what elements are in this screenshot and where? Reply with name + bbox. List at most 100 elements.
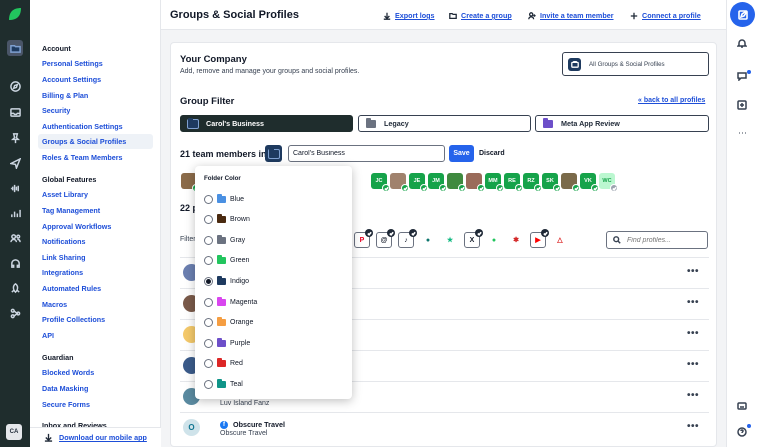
folder-color-option-indigo[interactable]: Indigo (204, 275, 249, 287)
discard-button[interactable]: Discard (479, 150, 505, 157)
threads-icon[interactable]: @ (376, 229, 395, 248)
more-icon[interactable] (736, 127, 748, 139)
nav-item-automated-rules[interactable]: Automated Rules (42, 284, 101, 293)
youtube-icon[interactable]: ▶ (530, 229, 549, 248)
help-icon[interactable] (736, 426, 748, 438)
nav-item-security[interactable]: Security (42, 106, 70, 115)
tiktok-icon[interactable]: ♪ (398, 229, 417, 248)
nav-item-notifications[interactable]: Notifications (42, 237, 86, 246)
nav-item-link-sharing[interactable]: Link Sharing (42, 253, 86, 262)
radio-button[interactable] (204, 214, 213, 224)
app-logo-icon[interactable] (7, 6, 23, 22)
folder-color-option-magenta[interactable]: Magenta (204, 296, 257, 308)
all-groups-button[interactable]: All Groups & Social Profiles (562, 52, 709, 76)
more-options-icon[interactable]: ••• (687, 328, 699, 339)
team-member-avatar[interactable]: RZ (523, 173, 542, 192)
waveform-icon[interactable] (7, 180, 23, 196)
radio-button[interactable] (204, 317, 213, 327)
nav-item-macros[interactable]: Macros (42, 300, 67, 309)
team-member-avatar[interactable] (390, 173, 409, 192)
x-icon[interactable]: X (464, 229, 483, 248)
pin-icon[interactable] (7, 130, 23, 146)
add-box-icon[interactable] (736, 99, 748, 111)
team-member-avatar[interactable]: VK (580, 173, 599, 192)
team-member-avatar[interactable] (447, 173, 466, 192)
team-member-avatar[interactable]: JE (409, 173, 428, 192)
user-avatar[interactable]: CA (6, 424, 22, 440)
more-options-icon[interactable]: ••• (687, 359, 699, 370)
alert-icon[interactable]: △ (552, 232, 568, 248)
profile-row[interactable]: Of Obscure Travel Obscure Travel ••• (180, 412, 709, 442)
folder-color-option-blue[interactable]: Blue (204, 193, 244, 205)
folder-color-option-gray[interactable]: Gray (204, 234, 245, 246)
group-name-input[interactable] (288, 145, 445, 162)
download-app-link[interactable]: Download our mobile app (30, 427, 161, 447)
more-options-icon[interactable]: ••• (687, 390, 699, 401)
team-member-avatar[interactable]: WC (599, 173, 618, 192)
nav-item-groups-social-profiles[interactable]: Groups & Social Profiles (38, 134, 153, 149)
nav-item-approval-workflows[interactable]: Approval Workflows (42, 222, 111, 231)
folder-color-option-green[interactable]: Green (204, 254, 249, 266)
folder-color-option-orange[interactable]: Orange (204, 316, 253, 328)
folder-color-option-red[interactable]: Red (204, 357, 243, 369)
back-to-all-profiles-link[interactable]: « back to all profiles (638, 97, 705, 104)
more-options-icon[interactable]: ••• (687, 421, 699, 432)
bell-icon[interactable] (736, 37, 748, 49)
circle-icon[interactable]: ● (420, 232, 436, 248)
group-meta-app-review[interactable]: Meta App Review (535, 115, 709, 132)
star-icon[interactable]: ★ (442, 232, 458, 248)
nav-item-account-settings[interactable]: Account Settings (42, 75, 101, 84)
compass-icon[interactable] (7, 78, 23, 94)
bar-chart-icon[interactable] (7, 205, 23, 221)
compose-button[interactable] (730, 2, 755, 27)
radio-button[interactable] (204, 276, 213, 286)
nav-item-roles-team-members[interactable]: Roles & Team Members (42, 153, 123, 162)
keyboard-icon[interactable] (736, 400, 748, 412)
network-icon[interactable] (7, 305, 23, 321)
radio-button[interactable] (204, 255, 213, 265)
folder-icon[interactable] (7, 40, 23, 56)
group-legacy[interactable]: Legacy (358, 115, 531, 132)
pinterest-icon[interactable]: P (354, 229, 373, 248)
export-logs-button[interactable]: Export logs (383, 11, 435, 20)
rocket-icon[interactable] (7, 280, 23, 296)
connect-profile-button[interactable]: Connect a profile (630, 11, 701, 20)
team-member-avatar[interactable]: JC (371, 173, 390, 192)
radio-button[interactable] (204, 358, 213, 368)
nav-item-profile-collections[interactable]: Profile Collections (42, 315, 105, 324)
nav-item-tag-management[interactable]: Tag Management (42, 206, 100, 215)
headset-icon[interactable] (7, 255, 23, 271)
radio-button[interactable] (204, 194, 213, 204)
send-icon[interactable] (7, 155, 23, 171)
folder-color-option-teal[interactable]: Teal (204, 378, 243, 390)
team-member-avatar[interactable] (466, 173, 485, 192)
create-group-button[interactable]: Create a group (449, 11, 512, 20)
search-input[interactable] (627, 236, 697, 244)
nav-item-asset-library[interactable]: Asset Library (42, 190, 88, 199)
radio-button[interactable] (204, 297, 213, 307)
folder-color-option-purple[interactable]: Purple (204, 337, 250, 349)
inbox-icon[interactable] (7, 104, 23, 120)
more-options-icon[interactable]: ••• (687, 266, 699, 277)
save-button[interactable]: Save (449, 145, 474, 162)
folder-color-option-brown[interactable]: Brown (204, 213, 250, 225)
team-member-avatar[interactable]: JM (428, 173, 447, 192)
team-member-avatar[interactable] (561, 173, 580, 192)
group-carols-business[interactable]: Carol's Business (180, 115, 353, 132)
nav-item-billing[interactable]: Billing & Plan (42, 91, 88, 100)
team-member-avatar[interactable]: RE (504, 173, 523, 192)
more-options-icon[interactable]: ••• (687, 297, 699, 308)
nav-item-authentication[interactable]: Authentication Settings (42, 122, 123, 131)
nav-item-integrations[interactable]: Integrations (42, 268, 83, 277)
nav-item-secure-forms[interactable]: Secure Forms (42, 400, 90, 409)
whatsapp-icon[interactable]: ● (486, 232, 502, 248)
team-member-avatar[interactable]: SK (542, 173, 561, 192)
team-member-avatar[interactable]: MM (485, 173, 504, 192)
folder-color-button[interactable] (265, 145, 282, 162)
radio-button[interactable] (204, 235, 213, 245)
nav-item-api[interactable]: API (42, 331, 54, 340)
radio-button[interactable] (204, 379, 213, 389)
nav-item-data-masking[interactable]: Data Masking (42, 384, 88, 393)
users-icon[interactable] (7, 230, 23, 246)
yelp-icon[interactable]: ✱ (508, 232, 524, 248)
